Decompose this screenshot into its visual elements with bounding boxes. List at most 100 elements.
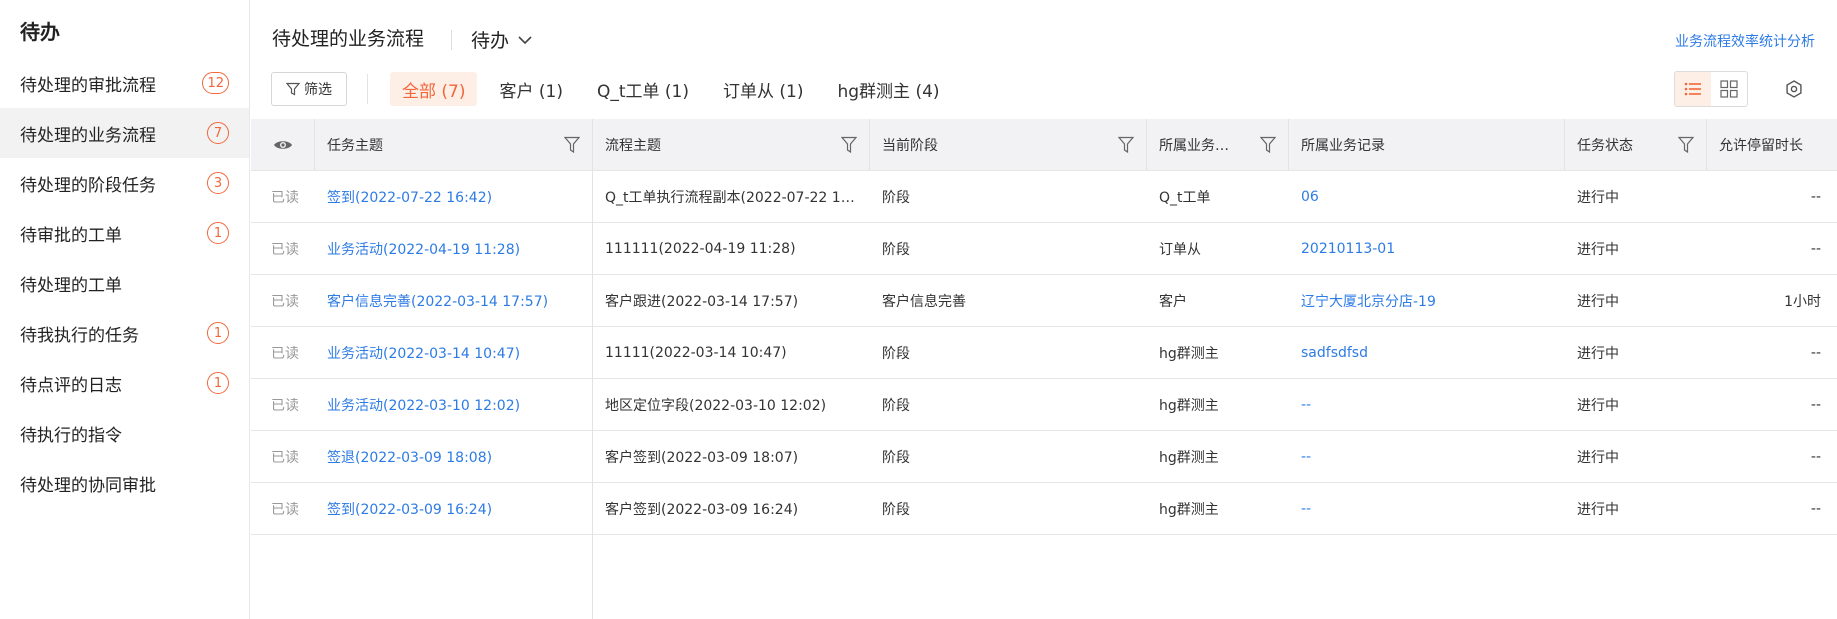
allowed-duration: --	[1810, 448, 1821, 465]
table-row[interactable]: 已读 签到(2022-03-09 16:24) 客户签到(2022-03-09 …	[251, 483, 1837, 535]
sidebar-item-label: 待审批的工单	[20, 225, 122, 246]
category-tabs: 全部 (7) 客户 (1) Q_t工单 (1) 订单从 (1) hg群测主 (4…	[390, 72, 962, 106]
grid-icon	[1720, 80, 1738, 98]
task-status: 进行中	[1577, 345, 1619, 362]
column-filter-icon[interactable]	[564, 136, 580, 154]
read-status: 已读	[271, 345, 299, 362]
read-status: 已读	[271, 501, 299, 518]
task-subject-link[interactable]: 签退(2022-03-09 18:08)	[315, 431, 593, 482]
table-row[interactable]: 已读 签到(2022-07-22 16:42) Q_t工单执行流程副本(2022…	[251, 171, 1837, 223]
business-record-link[interactable]: sadfsdfsd	[1289, 327, 1565, 378]
column-header-business: 所属业务…	[1147, 119, 1289, 171]
sidebar-list: 待处理的审批流程 12 待处理的业务流程 7 待处理的阶段任务 3 待审批的工单…	[0, 58, 249, 508]
business-record-link[interactable]: 辽宁大厦北京分店-19	[1289, 275, 1565, 326]
sidebar-item-review-log[interactable]: 待点评的日志 1	[0, 358, 249, 408]
flow-subject: 客户签到(2022-03-09 18:07)	[605, 449, 799, 466]
sidebar-item-label: 待处理的工单	[20, 275, 122, 296]
column-filter-icon[interactable]	[1260, 136, 1276, 154]
read-status: 已读	[271, 189, 299, 206]
tab-all[interactable]: 全部 (7)	[390, 72, 478, 106]
column-header-label: 当前阶段	[882, 138, 938, 154]
business-record-link[interactable]: 06	[1289, 171, 1565, 222]
task-status: 进行中	[1577, 293, 1619, 310]
current-stage: 阶段	[882, 345, 910, 362]
allowed-duration: --	[1810, 240, 1821, 257]
current-stage: 客户信息完善	[882, 293, 966, 310]
table-row[interactable]: 已读 签退(2022-03-09 18:08) 客户签到(2022-03-09 …	[251, 431, 1837, 483]
column-header-task: 任务主题	[315, 119, 593, 171]
read-status: 已读	[271, 293, 299, 310]
count-badge: 12	[202, 72, 229, 94]
chevron-down-icon	[518, 35, 532, 44]
sidebar-item-approval-flow[interactable]: 待处理的审批流程 12	[0, 58, 249, 108]
business-type: hg群测主	[1159, 397, 1219, 414]
read-status: 已读	[271, 241, 299, 258]
sidebar-item-label: 待处理的阶段任务	[20, 175, 156, 196]
task-status: 进行中	[1577, 189, 1619, 206]
frozen-column-divider	[592, 119, 593, 619]
filter-button[interactable]: 筛选	[271, 72, 347, 106]
sidebar-item-label: 待执行的指令	[20, 425, 122, 446]
table-row[interactable]: 已读 业务活动(2022-03-14 10:47) 11111(2022-03-…	[251, 327, 1837, 379]
sidebar-item-label: 待点评的日志	[20, 375, 122, 396]
table-row[interactable]: 已读 业务活动(2022-04-19 11:28) 111111(2022-04…	[251, 223, 1837, 275]
column-header-label: 任务主题	[327, 138, 383, 154]
business-flow-table: 任务主题 流程主题 当前阶段 所属业务… 所属业务记录 任务状态 允许停留时长 …	[251, 119, 1837, 535]
task-status: 进行中	[1577, 449, 1619, 466]
table-row[interactable]: 已读 客户信息完善(2022-03-14 17:57) 客户跟进(2022-03…	[251, 275, 1837, 327]
tab-qt-ticket[interactable]: Q_t工单 (1)	[585, 72, 701, 106]
sidebar-item-label: 待处理的协同审批	[20, 475, 156, 496]
business-record-link[interactable]: --	[1289, 483, 1565, 534]
tab-hg-group[interactable]: hg群测主 (4)	[825, 72, 951, 106]
allowed-duration: --	[1810, 500, 1821, 517]
business-record-link[interactable]: --	[1289, 431, 1565, 482]
business-type: hg群测主	[1159, 345, 1219, 362]
sidebar-item-collab-approval[interactable]: 待处理的协同审批	[0, 458, 249, 508]
task-status: 进行中	[1577, 397, 1619, 414]
column-header-label: 允许停留时长	[1719, 138, 1803, 154]
flow-subject: Q_t工单执行流程副本(2022-07-22 1…	[605, 189, 855, 206]
table-row[interactable]: 已读 业务活动(2022-03-10 12:02) 地区定位字段(2022-03…	[251, 379, 1837, 431]
task-subject-link[interactable]: 签到(2022-07-22 16:42)	[315, 171, 593, 222]
list-icon	[1684, 82, 1701, 96]
column-filter-icon[interactable]	[841, 136, 857, 154]
list-view-button[interactable]	[1675, 72, 1711, 106]
current-stage: 阶段	[882, 449, 910, 466]
column-filter-icon[interactable]	[1678, 136, 1694, 154]
tab-order[interactable]: 订单从 (1)	[711, 72, 815, 106]
sidebar-item-stage-task[interactable]: 待处理的阶段任务 3	[0, 158, 249, 208]
efficiency-stats-link[interactable]: 业务流程效率统计分析	[1675, 31, 1815, 51]
current-stage: 阶段	[882, 189, 910, 206]
sidebar-item-my-tasks[interactable]: 待我执行的任务 1	[0, 308, 249, 358]
sidebar-item-label: 待处理的审批流程	[20, 75, 156, 96]
sidebar-item-label: 待处理的业务流程	[20, 125, 156, 146]
allowed-duration: 1小时	[1784, 293, 1821, 310]
business-type: 订单从	[1159, 241, 1201, 258]
settings-button[interactable]	[1781, 76, 1807, 102]
task-subject-link[interactable]: 客户信息完善(2022-03-14 17:57)	[315, 275, 593, 326]
settings-icon	[1786, 80, 1802, 98]
business-record-link[interactable]: --	[1289, 379, 1565, 430]
column-header-status: 任务状态	[1565, 119, 1707, 171]
read-status: 已读	[271, 449, 299, 466]
business-type: hg群测主	[1159, 501, 1219, 518]
sidebar-item-pending-ticket[interactable]: 待处理的工单	[0, 258, 249, 308]
scope-dropdown-label: 待办	[471, 30, 510, 52]
business-record-link[interactable]: 20210113-01	[1289, 223, 1565, 274]
task-subject-link[interactable]: 业务活动(2022-04-19 11:28)	[315, 223, 593, 274]
grid-view-button[interactable]	[1711, 72, 1747, 106]
column-header-label: 任务状态	[1577, 138, 1633, 154]
tab-customer[interactable]: 客户 (1)	[487, 72, 574, 106]
scope-dropdown[interactable]: 待办	[471, 26, 533, 53]
read-column-header[interactable]	[251, 119, 315, 171]
sidebar-item-business-flow[interactable]: 待处理的业务流程 7	[0, 108, 249, 158]
sidebar-item-approve-ticket[interactable]: 待审批的工单 1	[0, 208, 249, 258]
column-header-label: 所属业务记录	[1301, 138, 1385, 154]
sidebar-item-label: 待我执行的任务	[20, 325, 139, 346]
task-subject-link[interactable]: 业务活动(2022-03-14 10:47)	[315, 327, 593, 378]
column-filter-icon[interactable]	[1118, 136, 1134, 154]
business-type: hg群测主	[1159, 449, 1219, 466]
sidebar-item-instructions[interactable]: 待执行的指令	[0, 408, 249, 458]
task-subject-link[interactable]: 业务活动(2022-03-10 12:02)	[315, 379, 593, 430]
task-subject-link[interactable]: 签到(2022-03-09 16:24)	[315, 483, 593, 534]
